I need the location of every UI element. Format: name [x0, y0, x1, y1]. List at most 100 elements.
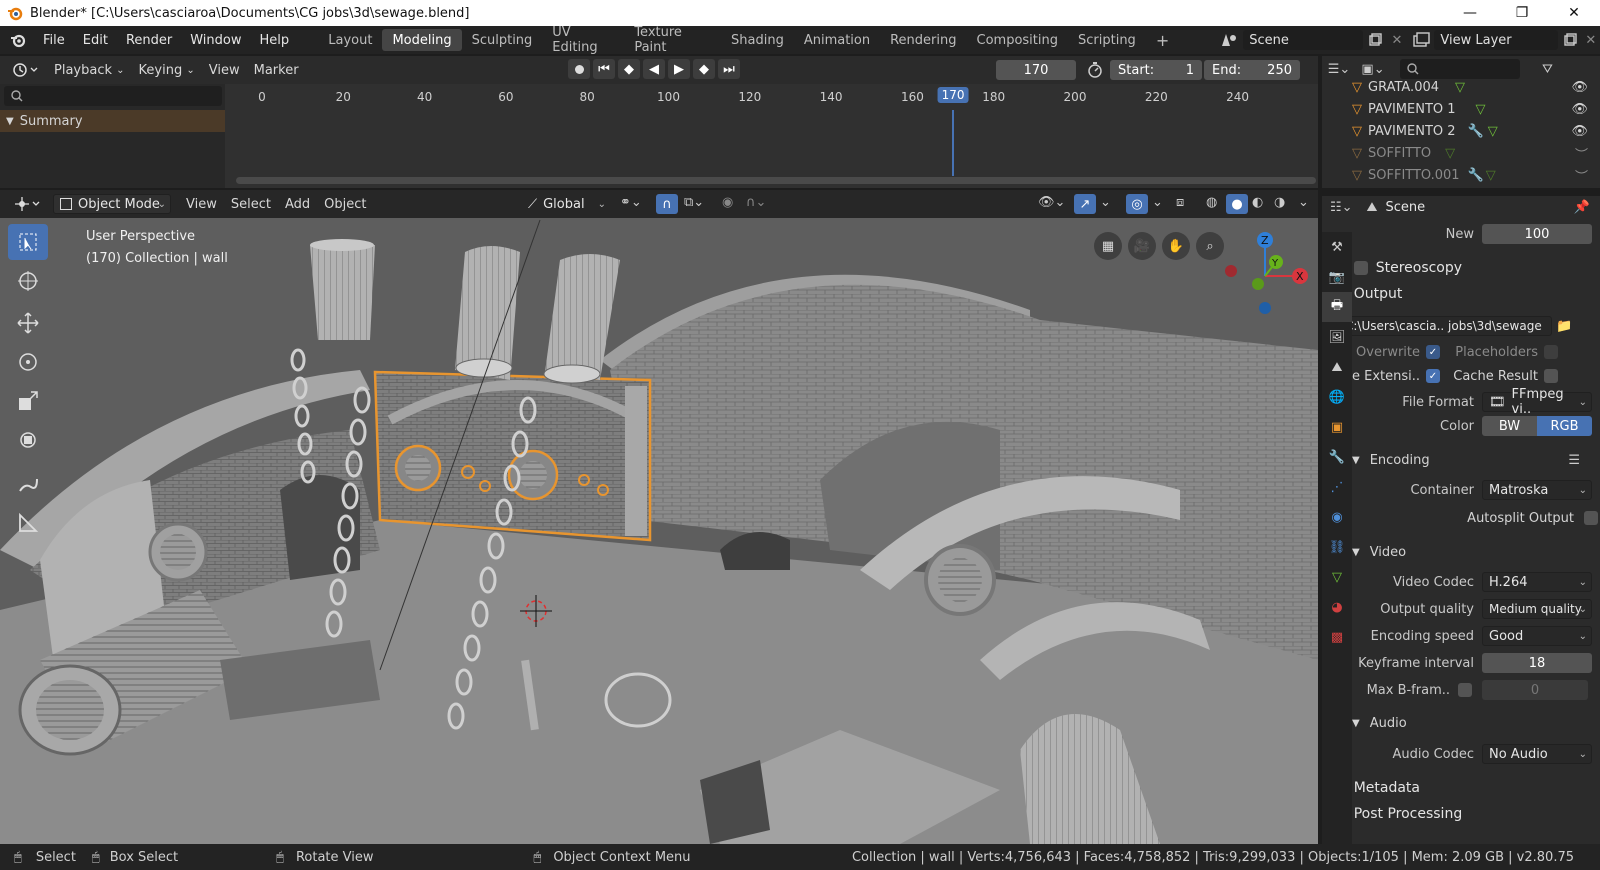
outliner-row[interactable]: ▽ SOFFITTO.001 🔧 ▽ ︶ [1322, 164, 1600, 186]
overwrite-checkbox[interactable]: ✓ [1426, 345, 1440, 359]
pin-icon[interactable]: 📌 [1574, 200, 1590, 215]
container-dropdown[interactable]: Matroska ⌄ [1482, 480, 1592, 500]
color-rgb-button[interactable]: RGB [1537, 416, 1592, 436]
stereoscopy-panel-header[interactable]: ▶Stereoscopy [1336, 256, 1576, 280]
material-shading-icon[interactable]: ◐ [1252, 195, 1263, 210]
file-extension-checkbox[interactable]: ✓ [1426, 369, 1440, 383]
tab-layout[interactable]: Layout [318, 29, 382, 51]
rendered-shading-icon[interactable]: ◑ [1274, 195, 1285, 210]
frame-ruler[interactable]: 0 20 40 60 80 100 120 140 160 170 180 200 220 240 [225, 86, 1318, 108]
viewport-select-menu[interactable]: Select [224, 193, 278, 215]
keyframe-interval-field[interactable]: 18 [1482, 653, 1592, 673]
timeline-search-input[interactable] [4, 86, 222, 106]
maximize-button[interactable]: ❐ [1496, 0, 1548, 26]
stereoscopy-checkbox[interactable] [1353, 261, 1368, 275]
outliner-editor-icon[interactable]: ☰⌄ [1322, 62, 1356, 77]
jump-end-icon[interactable]: ⏭ [718, 59, 740, 79]
rotate-tool-icon[interactable] [8, 344, 48, 380]
output-panel-header[interactable]: ▼Output [1336, 282, 1576, 306]
max-bframes-field[interactable]: 0 [1482, 680, 1588, 700]
audio-codec-dropdown[interactable]: No Audio ⌄ [1482, 744, 1592, 764]
end-frame-field[interactable]: End: 250 [1204, 60, 1300, 80]
start-frame-field[interactable]: Start: 1 [1110, 60, 1202, 80]
output-tab-icon[interactable]: 🖶 [1322, 292, 1352, 322]
gizmo-toggle-icon[interactable]: ↗ [1074, 194, 1096, 214]
texture-tab-icon[interactable]: ▩ [1322, 622, 1352, 652]
snap-target-icon[interactable]: ⧉⌄ [684, 195, 704, 210]
scale-tool-icon[interactable] [8, 383, 48, 419]
editor-type-icon[interactable] [0, 193, 49, 215]
file-format-dropdown[interactable]: 🎞 FFmpeg vi.. ⌄ [1482, 387, 1592, 417]
tab-modeling[interactable]: Modeling [382, 29, 462, 51]
camera-view-icon[interactable]: 🎥 [1128, 232, 1156, 260]
physics-tab-icon[interactable]: ◉ [1322, 502, 1352, 532]
outliner-row[interactable]: ▽ SOFFITTO ▽ ︶ [1322, 142, 1600, 164]
modifier-tab-icon[interactable]: 🔧 [1322, 442, 1352, 472]
tab-shading[interactable]: Shading [721, 29, 794, 51]
object-mode-dropdown[interactable]: Object Mode ⌄ [53, 194, 171, 214]
visibility-eye-icon[interactable]: 👁 [1571, 124, 1588, 139]
viewport-add-menu[interactable]: Add [278, 193, 317, 215]
tab-animation[interactable]: Animation [794, 29, 880, 51]
timeline-view-menu[interactable]: View [202, 59, 247, 81]
annotate-tool-icon[interactable] [8, 466, 48, 502]
audio-panel-header[interactable]: ▼ Audio [1352, 711, 1592, 735]
new-scene-icon[interactable] [1363, 33, 1387, 47]
constraints-tab-icon[interactable]: ⛓ [1322, 532, 1352, 562]
tool-tab-icon[interactable]: ⚒ [1322, 232, 1352, 262]
properties-editor-icon[interactable]: ☷⌄ [1330, 200, 1353, 215]
menu-help[interactable]: Help [251, 26, 299, 54]
jump-start-icon[interactable]: ⏮ [593, 59, 615, 79]
hidden-eye-icon[interactable]: ︶ [1575, 144, 1588, 163]
outliner-row[interactable]: ▽ PAVIMENTO 2 🔧 ▽ 👁 [1322, 120, 1600, 142]
play-icon[interactable]: ▶ [668, 59, 690, 79]
display-mode-icon[interactable]: ▣⌄ [1356, 62, 1390, 77]
folder-icon[interactable]: 📁 [1556, 319, 1572, 334]
playback-menu[interactable]: Playback ⌄ [47, 59, 132, 81]
new-value-field[interactable]: 100 [1482, 224, 1592, 244]
output-path-input[interactable]: C:\Users\cascia.. jobs\3d\sewage [1338, 316, 1552, 336]
menu-window[interactable]: Window [181, 26, 250, 54]
snap-toggle-icon[interactable]: ∩ [656, 194, 678, 214]
world-tab-icon[interactable]: 🌐 [1322, 382, 1352, 412]
overlay-dropdown-icon[interactable]: ⌄ [1152, 195, 1163, 210]
transform-orientation-dropdown[interactable]: ⟋ Global ⌄ [522, 194, 610, 214]
toggle-camera-view-icon[interactable]: ▦ [1094, 232, 1122, 260]
max-bframes-checkbox[interactable] [1458, 683, 1472, 697]
visibility-eye-icon[interactable]: 👁 [1571, 80, 1588, 95]
visibility-selector-icon[interactable]: 👁⌄ [1038, 195, 1065, 210]
add-workspace-button[interactable]: + [1146, 29, 1179, 51]
autosplit-checkbox[interactable] [1584, 511, 1598, 525]
play-reverse-icon[interactable]: ◀ [643, 59, 665, 79]
scene-tab-icon[interactable]: ⛰ [1322, 352, 1352, 382]
tab-uv-editing[interactable]: UV Editing [542, 25, 624, 55]
timeline-marker-menu[interactable]: Marker [247, 59, 306, 81]
shading-dropdown-icon[interactable]: ⌄ [1298, 195, 1309, 210]
video-panel-header[interactable]: ▼ Video [1352, 540, 1592, 564]
close-button[interactable]: ✕ [1548, 0, 1600, 26]
video-codec-dropdown[interactable]: H.264 ⌄ [1482, 572, 1592, 592]
minimize-button[interactable]: — [1444, 0, 1496, 26]
jump-keyframe-forward-icon[interactable]: ◆ [693, 59, 715, 79]
scene-selector-icon[interactable] [1216, 32, 1243, 48]
move-tool-icon[interactable] [8, 305, 48, 341]
tab-scripting[interactable]: Scripting [1068, 29, 1146, 51]
proportional-edit-icon[interactable]: ◉ [722, 195, 733, 210]
new-view-layer-icon[interactable] [1558, 33, 1582, 47]
encoding-panel-header[interactable]: ▼ Encoding ☰ [1352, 448, 1592, 472]
timeline-scrollbar[interactable] [236, 177, 1316, 184]
axis-navigation-gizmo[interactable]: Z X Y [1220, 228, 1310, 320]
pivot-point-icon[interactable]: ⚭⌄ [620, 195, 642, 210]
cursor-tool-icon[interactable] [8, 263, 48, 299]
menu-file[interactable]: File [34, 26, 74, 54]
encoding-speed-dropdown[interactable]: Good ⌄ [1482, 626, 1592, 646]
tab-compositing[interactable]: Compositing [967, 29, 1069, 51]
metadata-panel-header[interactable]: ▶Metadata [1336, 776, 1576, 800]
presets-list-icon[interactable]: ☰ [1568, 453, 1580, 468]
editor-type-clock-icon[interactable] [0, 59, 47, 81]
3d-viewport[interactable] [0, 190, 1318, 844]
keying-menu[interactable]: Keying ⌄ [132, 59, 202, 81]
cache-result-checkbox[interactable] [1544, 369, 1558, 383]
viewport-view-menu[interactable]: View [179, 193, 224, 215]
delete-scene-icon[interactable]: ✕ [1387, 33, 1407, 48]
